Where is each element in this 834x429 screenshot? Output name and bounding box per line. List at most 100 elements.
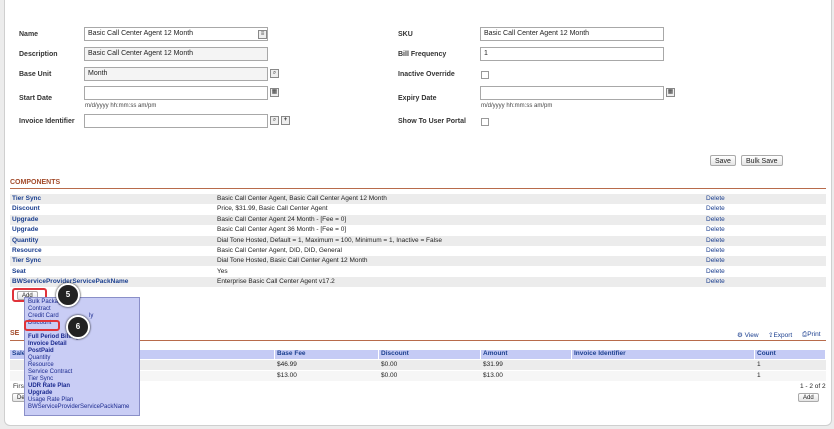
cell-count: 1 <box>757 361 761 368</box>
component-type-link[interactable]: Upgrade <box>12 226 38 233</box>
add-service-button[interactable]: Add <box>798 393 819 402</box>
menu-item[interactable]: Upgrade <box>28 390 52 396</box>
bulk-save-button[interactable]: Bulk Save <box>741 155 783 166</box>
component-type-link[interactable]: Tier Sync <box>12 257 41 264</box>
component-description: Basic Call Center Agent 36 Month - [Fee … <box>217 226 347 234</box>
delete-link[interactable]: Delete <box>706 226 725 233</box>
description-field[interactable]: Basic Call Center Agent 12 Month <box>84 47 268 61</box>
cell-invoice <box>572 361 755 371</box>
step-6-callout: 6 <box>66 315 90 339</box>
start-date-hint: m/d/yyyy hh:mm:ss am/pm <box>85 103 157 109</box>
col-header-amount[interactable]: Amount <box>481 350 572 359</box>
menu-item[interactable]: PostPaid <box>28 348 54 354</box>
component-row: Discount Price, $31.99, Basic Call Center… <box>10 204 826 214</box>
delete-link[interactable]: Delete <box>706 205 725 212</box>
menu-item[interactable]: Quantity <box>28 355 50 361</box>
component-type-link[interactable]: Tier Sync <box>12 195 41 202</box>
cell-count: 1 <box>757 372 761 379</box>
name-field[interactable]: Basic Call Center Agent 12 Month <box>84 27 268 41</box>
show-portal-checkbox[interactable] <box>481 118 489 126</box>
invoice-identifier-field[interactable] <box>84 114 268 128</box>
menu-item[interactable]: UDR Rate Plan <box>28 383 70 389</box>
sku-label: SKU <box>398 31 413 38</box>
step-5-callout: 5 <box>56 283 80 307</box>
lookup-icon[interactable]: ⌕ <box>270 116 279 125</box>
menu-item[interactable]: Credit Card <box>28 313 59 319</box>
component-type-link[interactable]: Quantity <box>12 237 38 244</box>
cell-base-fee: $13.00 <box>277 372 297 379</box>
component-row: Upgrade Basic Call Center Agent 24 Month … <box>10 214 826 225</box>
cell-discount: $0.00 <box>381 372 398 379</box>
component-type-link[interactable]: Seat <box>12 268 26 275</box>
delete-link[interactable]: Delete <box>706 247 725 254</box>
delete-link[interactable]: Delete <box>706 237 725 244</box>
component-description: Basic Call Center Agent 24 Month - [Fee … <box>217 215 347 223</box>
col-header-count[interactable]: Count <box>755 350 826 359</box>
col-header-base-fee[interactable]: Base Fee <box>275 350 379 359</box>
localize-icon[interactable]: ≡ <box>258 30 267 39</box>
cell-base-fee: $46.99 <box>277 361 297 368</box>
print-label: Print <box>807 331 821 338</box>
inactive-override-label: Inactive Override <box>398 71 455 78</box>
col-header-invoice-identifier[interactable]: Invoice Identifier <box>572 350 755 359</box>
delete-link[interactable]: Delete <box>706 278 725 285</box>
expiry-date-label: Expiry Date <box>398 95 437 102</box>
view-label: View <box>744 332 759 339</box>
component-row: BWServiceProviderServicePackName Enterpri… <box>10 277 826 288</box>
menu-item[interactable]: BWServiceProviderServicePackName <box>28 404 129 410</box>
component-description: Enterprise Basic Call Center Agent v17.2 <box>217 278 335 286</box>
component-description: Yes <box>217 267 228 275</box>
delete-link[interactable]: Delete <box>706 268 725 275</box>
calendar-icon[interactable]: ▦ <box>270 88 279 97</box>
component-description: Basic Call Center Agent, Basic Call Cent… <box>217 195 387 202</box>
save-button[interactable]: Save <box>710 155 736 166</box>
lookup-icon[interactable]: ⌕ <box>270 69 279 78</box>
base-unit-field[interactable]: Month <box>84 67 268 81</box>
component-type-link[interactable]: Discount <box>12 205 40 212</box>
start-date-label: Start Date <box>19 95 53 102</box>
component-description: Price, $31.99, Basic Call Center Agent <box>217 205 328 213</box>
components-heading: COMPONENTS <box>10 179 61 186</box>
component-row: Quantity Dial Tone Hosted, Default = 1, M… <box>10 235 826 246</box>
menu-item[interactable]: Resource <box>28 362 54 368</box>
print-link[interactable]: ⎙Print <box>802 331 821 339</box>
invoice-identifier-label: Invoice Identifier <box>19 118 75 125</box>
components-divider <box>10 188 826 189</box>
cell-amount: $31.99 <box>483 361 503 368</box>
menu-item[interactable]: Usage Rate Plan <box>28 397 73 403</box>
export-link[interactable]: ⇪Export <box>768 331 792 339</box>
start-date-field[interactable] <box>84 86 268 100</box>
expiry-date-field[interactable] <box>480 86 664 100</box>
services-heading: SE <box>10 330 20 337</box>
component-type-link[interactable]: Resource <box>12 247 42 254</box>
show-portal-label: Show To User Portal <box>398 118 466 125</box>
cell-invoice <box>572 372 755 382</box>
calendar-icon[interactable]: ▦ <box>666 88 675 97</box>
delete-link[interactable]: Delete <box>706 257 725 264</box>
menu-item[interactable]: Service Contract <box>28 369 72 375</box>
component-row: Upgrade Basic Call Center Agent 36 Month … <box>10 225 826 235</box>
name-label: Name <box>19 31 39 38</box>
menu-item[interactable]: Invoice Detail <box>28 341 67 347</box>
menu-item[interactable]: Tier Sync <box>28 376 53 382</box>
description-label: Description <box>19 51 58 58</box>
base-unit-label: Base Unit <box>19 71 52 78</box>
cell-amount: $13.00 <box>483 372 503 379</box>
pager-text: 1 - 2 of 2 <box>800 383 826 390</box>
menu-item[interactable]: ly <box>89 313 93 319</box>
component-row: Seat Yes Delete <box>10 267 826 277</box>
sku-field[interactable]: Basic Call Center Agent 12 Month <box>480 27 664 41</box>
bill-frequency-field[interactable]: 1 <box>480 47 664 61</box>
expiry-date-hint: m/d/yyyy hh:mm:ss am/pm <box>481 103 553 109</box>
delete-link[interactable]: Delete <box>706 195 725 202</box>
col-header-discount[interactable]: Discount <box>379 350 481 359</box>
component-description: Dial Tone Hosted, Basic Call Center Agen… <box>217 257 368 265</box>
component-row: Resource Basic Call Center Agent, DID, DI… <box>10 246 826 256</box>
add-icon[interactable]: + <box>281 116 290 125</box>
view-link[interactable]: ⚙ View <box>737 331 759 339</box>
highlight-discount <box>24 320 60 331</box>
component-type-link[interactable]: Upgrade <box>12 216 38 223</box>
inactive-override-checkbox[interactable] <box>481 71 489 79</box>
delete-link[interactable]: Delete <box>706 216 725 223</box>
menu-item[interactable]: Contract <box>28 306 51 312</box>
